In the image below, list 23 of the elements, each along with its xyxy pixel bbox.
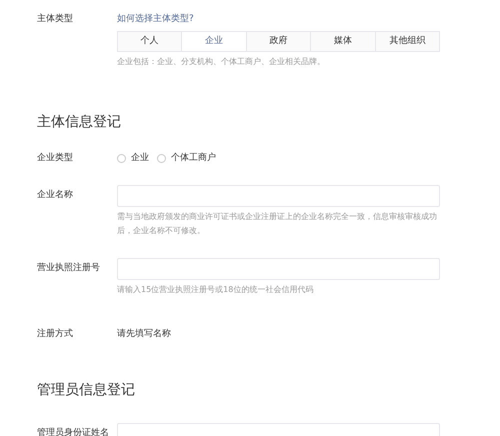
field-value: 请先填写名称 [117,328,172,341]
type-tab[interactable]: 媒体 [310,32,375,51]
input-field[interactable] [117,185,440,207]
field-label: 企业类型 [37,152,74,165]
field-label: 管理员身份证姓名 [37,426,110,436]
radio-icon[interactable] [117,154,126,162]
radio-option[interactable]: 企业 [117,151,149,165]
type-tab[interactable]: 其他组织 [374,32,440,51]
hint-text: 需与当地政府颁发的商业许可证书或企业注册证上的企业名称完全一致，信息审核审核成功后，企业名称不可修改。 [117,211,438,237]
radio-option[interactable]: 个体工商户 [157,151,216,165]
type-tab[interactable]: 政府 [246,32,310,51]
input-field[interactable] [117,258,440,280]
field-label: 企业名称 [37,188,74,202]
field-label: 注册方式 [37,328,74,341]
radio-icon[interactable] [157,154,166,162]
section-title: 管理员信息登记 [37,381,136,399]
field-label: 营业执照注册号 [37,262,101,275]
type-tab[interactable]: 个人 [118,32,182,51]
help-link[interactable]: 如何选择主体类型? [117,12,440,26]
hint-text: 请输入15位营业执照注册号或18位的统一社会信用代码 [117,284,314,296]
field-label: 主体类型 [37,12,74,26]
hint-text: 企业包括：企业、分支机构、个体工商户、企业相关品牌。 [117,56,326,68]
section-title: 主体信息登记 [37,113,122,131]
